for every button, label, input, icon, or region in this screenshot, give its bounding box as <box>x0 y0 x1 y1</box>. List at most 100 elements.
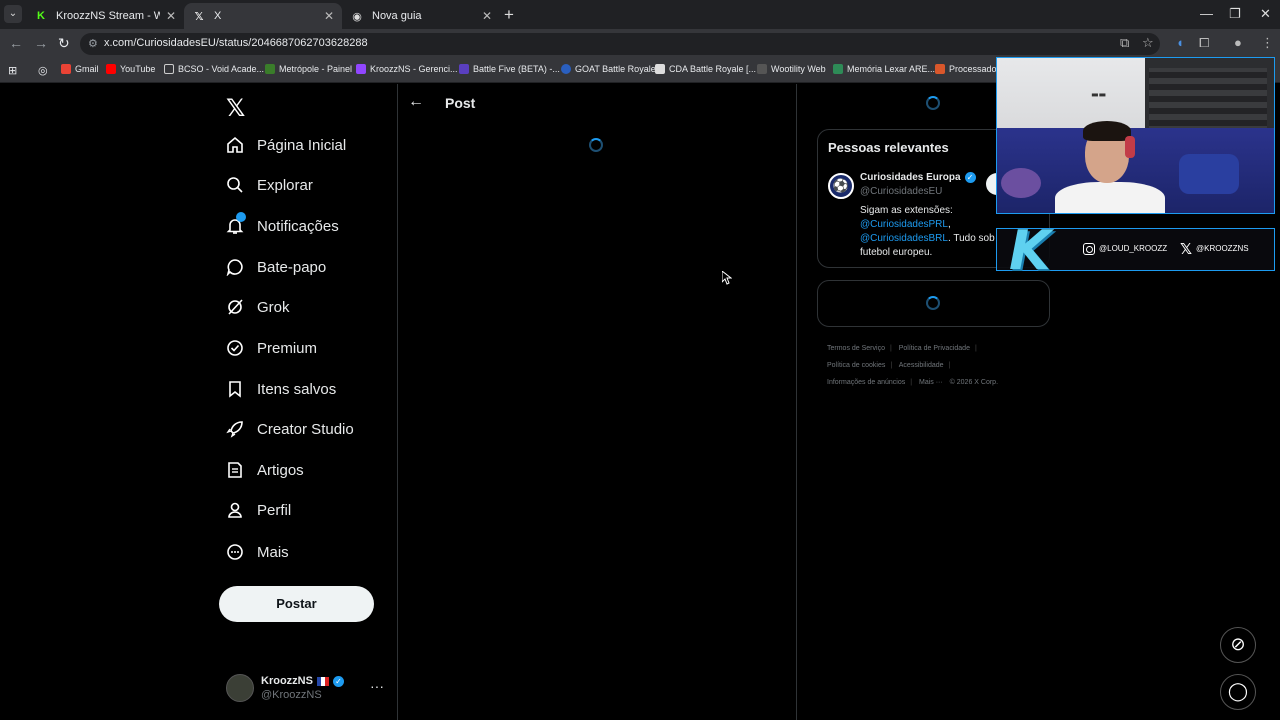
article-icon <box>226 461 244 479</box>
bookmark-bcso[interactable]: BCSO - Void Acade... <box>164 64 264 74</box>
post-button[interactable]: Postar <box>219 586 374 622</box>
sidebar-item-label: Página Inicial <box>257 136 347 154</box>
bookmark-gmail[interactable]: Gmail <box>61 64 99 74</box>
account-menu-button[interactable]: ··· <box>370 678 384 694</box>
sidebar-item-label: Grok <box>257 298 290 316</box>
sidebar-item-premium[interactable]: Premium <box>226 335 317 361</box>
reload-icon[interactable]: ↻ <box>58 35 70 52</box>
sidebar-item-label: Explorar <box>257 176 313 194</box>
more-circle-icon <box>226 543 244 561</box>
back-arrow-icon[interactable]: ← <box>408 93 424 111</box>
chat-icon <box>226 258 244 276</box>
bookmark-battle-five[interactable]: Battle Five (BETA) -... <box>459 64 560 74</box>
address-bar[interactable]: ⚙ x.com/CuriosidadesEU/status/2046687062… <box>80 33 1160 55</box>
sidebar-item-more[interactable]: Mais <box>226 539 289 565</box>
bookmark-icon <box>226 380 244 398</box>
site-info-icon[interactable]: ⚙ <box>88 37 98 50</box>
bookmark-label: CDA Battle Royale [... <box>669 64 757 74</box>
footer-link-accessibility[interactable]: Acessibilidade <box>899 362 944 369</box>
x-logo-icon[interactable]: 𝕏 <box>226 94 245 123</box>
window-close-button[interactable]: ✕ <box>1260 6 1271 22</box>
tab-title: KroozzNS Stream - Watch Live <box>56 10 160 22</box>
sidebar-item-home[interactable]: Página Inicial <box>226 132 346 158</box>
apps-icon[interactable]: ⊞ <box>8 64 17 77</box>
footer-link-terms[interactable]: Termos de Serviço <box>827 345 885 352</box>
bookmark-wootility[interactable]: Wootility Web <box>757 64 826 74</box>
bookmark-processador[interactable]: Processador <box>935 64 1000 74</box>
restore-button[interactable]: ❐ <box>1229 6 1241 22</box>
headset <box>1125 136 1135 158</box>
column-divider <box>796 84 797 720</box>
grok-icon: ⊘ <box>1230 634 1246 654</box>
bookmark-kroozzns[interactable]: KroozzNS - Gerenci... <box>356 64 458 74</box>
back-icon[interactable]: ← <box>9 35 23 51</box>
bookmark-metropole[interactable]: Metrópole - Painel <box>265 64 352 74</box>
sidebar-item-label: Bate-papo <box>257 258 327 276</box>
close-icon[interactable]: ✕ <box>482 9 492 23</box>
extension-audio-icon[interactable]: ◖ <box>1176 35 1184 50</box>
new-tab-button[interactable]: + <box>504 5 514 25</box>
bookmark-label: KroozzNS - Gerenci... <box>370 64 458 74</box>
premium-icon <box>226 339 244 357</box>
grok-fab-button[interactable]: ⊘ <box>1220 627 1256 663</box>
x-icon: 𝕏 <box>1180 241 1193 258</box>
loading-spinner <box>589 138 603 152</box>
tab-x[interactable]: 𝕏 X ✕ <box>184 3 342 29</box>
user-handle[interactable]: @CuriosidadesEU <box>860 186 942 197</box>
footer-link-more[interactable]: Mais ··· <box>919 379 943 386</box>
close-icon[interactable]: ✕ <box>166 9 176 23</box>
tab-title: Nova guia <box>372 10 422 22</box>
user-name: Curiosidades Europa <box>860 172 961 183</box>
verified-badge-icon: ✓ <box>332 675 344 687</box>
tab-new-tab[interactable]: ◉ Nova guia ✕ <box>342 3 500 29</box>
browser-tabbar: ⌄ K KroozzNS Stream - Watch Live ✕ 𝕏 X ✕… <box>0 0 1280 29</box>
bio-link[interactable]: @CuriosidadesPRL <box>860 219 948 230</box>
bookmark-cda[interactable]: CDA Battle Royale [... <box>655 64 756 74</box>
install-app-icon[interactable]: ⧉ <box>1120 35 1129 51</box>
mouse-cursor-icon <box>722 271 732 285</box>
url-text[interactable]: x.com/CuriosidadesEU/status/204668706270… <box>104 37 368 49</box>
footer-link-privacy[interactable]: Política de Privacidade <box>899 345 970 352</box>
footer-link-ads[interactable]: Informações de anúncios <box>827 379 905 386</box>
footer-link-cookies[interactable]: Política de cookies <box>827 362 885 369</box>
browser-toolbar: ← → ↻ ⚙ x.com/CuriosidadesEU/status/2046… <box>0 29 1280 59</box>
search-icon <box>226 176 244 194</box>
chrome-icon: ◉ <box>352 10 362 23</box>
bookmark-memoria[interactable]: Memória Lexar ARE... <box>833 64 935 74</box>
account-name-row[interactable]: KroozzNS ✓ <box>261 675 344 687</box>
panel-title: Pessoas relevantes <box>828 140 949 155</box>
sidebar-item-bookmarks[interactable]: Itens salvos <box>226 376 336 402</box>
account-avatar[interactable] <box>226 674 254 702</box>
sidebar-item-articles[interactable]: Artigos <box>226 457 304 483</box>
bio-link[interactable]: @CuriosidadesBRL <box>860 233 948 244</box>
sidebar-item-explore[interactable]: Explorar <box>226 172 313 198</box>
tab-search-button[interactable]: ⌄ <box>4 5 22 23</box>
home-icon <box>226 136 244 154</box>
sidebar-item-label: Premium <box>257 339 318 357</box>
pillow <box>1179 154 1239 194</box>
close-icon[interactable]: ✕ <box>324 9 334 23</box>
sidebar-item-chat[interactable]: Bate-papo <box>226 254 326 280</box>
sidebar-item-creator-studio[interactable]: Creator Studio <box>226 416 354 442</box>
minimize-button[interactable]: — <box>1200 6 1213 21</box>
bio-text: Sigam as extensões: <box>860 205 953 216</box>
menu-icon[interactable]: ⋮ <box>1261 35 1274 51</box>
social-overlay: K @LOUD_KROOZZ 𝕏 @KROOZZNS <box>996 219 1275 282</box>
sidebar-item-profile[interactable]: Perfil <box>226 497 291 523</box>
user-avatar[interactable]: ⚽ <box>828 173 854 199</box>
forward-icon[interactable]: → <box>34 35 48 51</box>
user-name-row[interactable]: Curiosidades Europa ✓ <box>860 172 976 183</box>
wall-sign: ▬▬ <box>1091 90 1107 99</box>
profile-avatar[interactable]: ● <box>1234 35 1242 50</box>
bookmark-label: Wootility Web <box>771 64 826 74</box>
bookmark-goat[interactable]: GOAT Battle Royale <box>561 64 656 74</box>
webcam-overlay: ▬▬ <box>996 57 1275 214</box>
star-icon[interactable]: ☆ <box>1142 35 1154 51</box>
chat-fab-button[interactable]: ◯ <box>1220 674 1256 710</box>
sidebar-item-grok[interactable]: Grok <box>226 294 290 320</box>
france-flag-icon <box>316 676 329 686</box>
bookmark-globe-icon[interactable]: ◎ <box>38 64 48 77</box>
tab-kick[interactable]: K KroozzNS Stream - Watch Live ✕ <box>26 3 184 29</box>
extensions-icon[interactable]: ⧠ <box>1199 35 1209 51</box>
bookmark-youtube[interactable]: YouTube <box>106 64 155 74</box>
